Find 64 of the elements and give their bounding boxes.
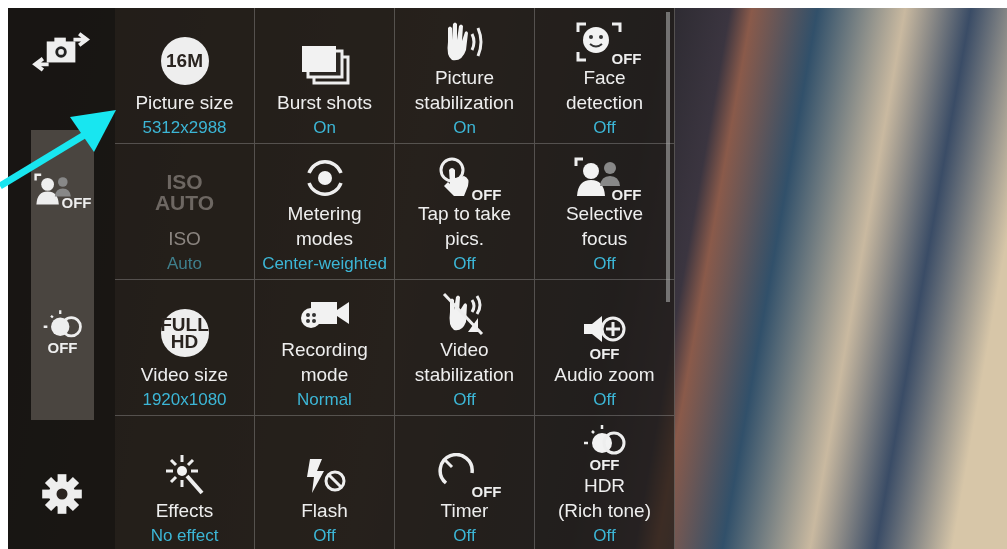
setting-tile[interactable]: Effects No effect [115, 416, 255, 549]
iso-icon-text: ISO AUTO [154, 170, 215, 213]
setting-label: Recording mode [281, 338, 368, 387]
off-label: OFF [589, 457, 620, 472]
setting-label: Picture size [135, 90, 234, 115]
setting-value: Off [593, 525, 616, 547]
setting-label: Video size [140, 362, 229, 387]
setting-tile[interactable]: Picture stabilization On [395, 8, 535, 144]
setting-label: ISO [168, 226, 201, 251]
setting-label: HDR (Rich tone) [558, 474, 651, 523]
setting-tile[interactable]: OFF Audio zoom Off [535, 280, 675, 416]
setting-label: Burst shots [276, 90, 372, 115]
setting-tile[interactable]: OFF Face detection Off [535, 8, 675, 144]
setting-tile[interactable]: 16M Picture size 5312x2988 [115, 8, 255, 144]
setting-value: No effect [150, 525, 219, 547]
settings-icon [39, 472, 84, 516]
setting-value: Off [593, 389, 616, 411]
setting-tile[interactable]: FULL HD Video size 1920x1080 [115, 280, 255, 416]
setting-label: Flash [301, 498, 348, 523]
setting-value: On [453, 117, 476, 139]
setting-label: Tap to take pics. [418, 202, 511, 251]
setting-tile[interactable]: OFF Timer Off [395, 416, 535, 549]
setting-value: On [313, 117, 336, 139]
setting-value: Off [313, 525, 336, 547]
setting-tile[interactable]: OFF Selective focus Off [535, 144, 675, 280]
setting-value: Off [593, 253, 616, 275]
switch-camera-icon [30, 30, 93, 72]
setting-tile[interactable]: OFF Tap to take pics. Off [395, 144, 535, 280]
setting-label: Picture stabilization [414, 66, 515, 115]
setting-value: Off [453, 525, 476, 547]
resolution-badge: 16M [160, 36, 209, 85]
setting-value: 5312x2988 [142, 117, 227, 139]
setting-tile[interactable]: Burst shots On [255, 8, 395, 144]
off-label: OFF [471, 483, 502, 499]
off-label: OFF [61, 195, 92, 210]
off-label: OFF [47, 340, 78, 355]
off-label: OFF [589, 345, 620, 361]
setting-value: Normal [297, 389, 352, 411]
setting-value: Center-weighted [262, 253, 387, 275]
setting-label: Timer [440, 498, 489, 523]
setting-tile[interactable]: Recording mode Normal [255, 280, 395, 416]
setting-tile[interactable]: Flash Off [255, 416, 395, 549]
setting-tile[interactable]: Metering modes Center-weighted [255, 144, 395, 280]
setting-value: Auto [167, 253, 202, 275]
setting-label: Audio zoom [554, 362, 655, 387]
shortcut-button[interactable]: OFF [39, 308, 86, 357]
off-label: OFF [471, 187, 502, 202]
setting-value: Off [453, 253, 476, 275]
setting-label: Face detection [565, 66, 644, 115]
resolution-badge: FULL HD [160, 308, 209, 357]
setting-label: Video stabilization [414, 338, 515, 387]
setting-tile[interactable]: OFF HDR (Rich tone) Off [535, 416, 675, 549]
switch-camera-button[interactable] [30, 30, 93, 72]
setting-label: Selective focus [565, 202, 644, 251]
shortcut-button[interactable]: OFF [33, 172, 92, 212]
off-label: OFF [611, 187, 642, 202]
off-label: OFF [611, 51, 642, 66]
setting-value: Off [593, 117, 616, 139]
setting-value: Off [453, 389, 476, 411]
setting-tile[interactable]: Video stabilization Off [395, 280, 535, 416]
setting-label: Metering modes [287, 202, 362, 251]
setting-label: Effects [155, 498, 214, 523]
settings-button[interactable] [39, 472, 84, 516]
setting-value: 1920x1080 [142, 389, 227, 411]
